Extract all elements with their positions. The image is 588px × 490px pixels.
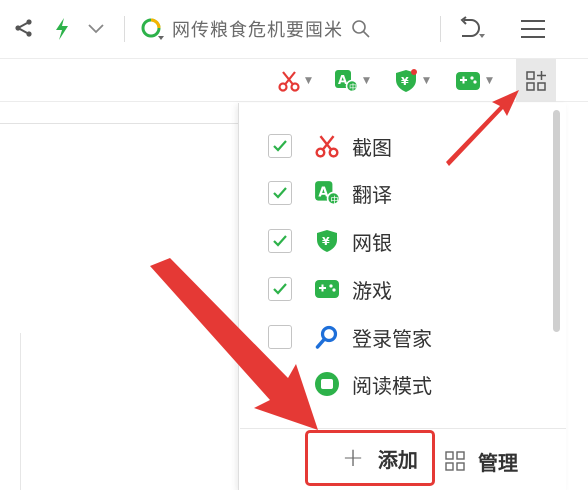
screenshot-plugin-button[interactable]: ▼ bbox=[278, 67, 312, 95]
page-divider bbox=[20, 333, 21, 490]
chevron-down-icon[interactable]: ▼ bbox=[305, 76, 312, 86]
toolbar-separator bbox=[124, 16, 125, 42]
search-input[interactable]: 网传粮食危机要囤米 bbox=[172, 16, 343, 42]
game-plugin-button[interactable]: ▼ bbox=[455, 67, 493, 95]
add-plugin-button[interactable]: + 添加 bbox=[305, 430, 435, 486]
key-icon bbox=[314, 324, 340, 350]
scissors-icon bbox=[278, 70, 300, 92]
grid-icon bbox=[444, 450, 466, 472]
game-icon bbox=[455, 70, 481, 92]
menu-divider bbox=[240, 428, 566, 429]
translate-icon: A中 bbox=[334, 69, 358, 93]
menu-item-label: 翻译 bbox=[352, 182, 392, 207]
menu-item-label: 登录管家 bbox=[352, 326, 432, 351]
undo-icon[interactable] bbox=[454, 14, 488, 44]
reader-icon bbox=[314, 371, 340, 397]
checkbox[interactable] bbox=[268, 277, 292, 301]
plugin-toolbar: ▼ A中 ▼ ¥ ▼ ▼ bbox=[0, 58, 588, 102]
svg-text:¥: ¥ bbox=[322, 235, 330, 248]
gamepad-icon bbox=[314, 276, 340, 302]
manage-plugins-button[interactable]: 管理 bbox=[444, 446, 518, 476]
bank-plugin-button[interactable]: ¥ ▼ bbox=[394, 67, 430, 95]
bolt-icon[interactable] bbox=[50, 16, 74, 42]
menu-item-login-manager[interactable]: 登录管家 bbox=[268, 322, 528, 352]
search-icon[interactable] bbox=[351, 19, 371, 39]
search-box[interactable]: 网传粮食危机要囤米 bbox=[140, 12, 426, 46]
add-plugin-label: 添加 bbox=[377, 447, 418, 472]
checkbox[interactable] bbox=[268, 134, 292, 158]
translate-icon: A中 bbox=[314, 180, 340, 206]
checkbox[interactable] bbox=[268, 325, 292, 349]
menu-item-translate[interactable]: A中 翻译 bbox=[268, 178, 528, 208]
toolbar-separator bbox=[440, 16, 441, 42]
translate-plugin-button[interactable]: A中 ▼ bbox=[334, 67, 370, 95]
checkbox[interactable] bbox=[268, 229, 292, 253]
manage-plugins-label: 管理 bbox=[478, 450, 518, 475]
share-icon[interactable] bbox=[12, 16, 36, 40]
plus-icon: + bbox=[342, 443, 364, 473]
page-content bbox=[0, 103, 240, 490]
page-divider bbox=[0, 123, 240, 124]
svg-text:中: 中 bbox=[330, 194, 339, 206]
search-engine-icon[interactable] bbox=[140, 16, 166, 42]
menu-item-screenshot[interactable]: 截图 bbox=[268, 131, 528, 161]
plugin-manage-button[interactable] bbox=[516, 59, 556, 102]
plugin-manage-icon bbox=[525, 70, 547, 92]
menu-item-game[interactable]: 游戏 bbox=[268, 274, 528, 304]
svg-text:¥: ¥ bbox=[401, 75, 409, 88]
chevron-down-icon[interactable] bbox=[84, 18, 108, 40]
chevron-down-icon[interactable]: ▼ bbox=[363, 76, 370, 86]
bank-icon: ¥ bbox=[394, 69, 418, 93]
browser-toolbar: 网传粮食危机要囤米 bbox=[0, 0, 588, 58]
checkbox[interactable] bbox=[268, 181, 292, 205]
menu-item-label: 阅读模式 bbox=[352, 373, 432, 398]
menu-item-label: 网银 bbox=[352, 230, 392, 255]
shield-yuan-icon: ¥ bbox=[314, 228, 340, 254]
menu-item-bank[interactable]: ¥ 网银 bbox=[268, 226, 528, 256]
menu-icon[interactable] bbox=[518, 16, 548, 42]
scrollbar[interactable] bbox=[553, 110, 560, 332]
chevron-down-icon[interactable]: ▼ bbox=[486, 76, 493, 86]
menu-item-reader-mode[interactable]: 阅读模式 bbox=[268, 369, 528, 399]
scissors-icon bbox=[314, 133, 340, 159]
menu-item-label: 截图 bbox=[352, 135, 392, 160]
menu-item-label: 游戏 bbox=[352, 278, 392, 303]
svg-text:中: 中 bbox=[349, 82, 357, 92]
chevron-down-icon[interactable]: ▼ bbox=[423, 76, 430, 86]
